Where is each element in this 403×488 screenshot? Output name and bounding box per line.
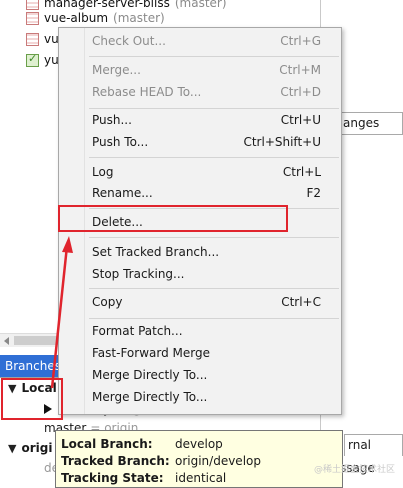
- menu-separator: [89, 237, 339, 238]
- menu-item-merge-directly-to[interactable]: Merge Directly To...: [59, 364, 341, 386]
- menu-item-push-to[interactable]: Push To... Ctrl+Shift+U: [59, 131, 341, 153]
- tooltip-value: develop: [175, 436, 223, 451]
- repo-branch: (master): [174, 0, 227, 10]
- menu-item-copy[interactable]: Copy Ctrl+C: [59, 291, 341, 313]
- menu-item-push[interactable]: Push... Ctrl+U: [59, 109, 341, 131]
- menu-item-shortcut: Ctrl+Shift+U: [243, 135, 321, 149]
- tooltip-row: Local Branch: develop: [61, 435, 337, 452]
- menu-item-format-patch[interactable]: Format Patch...: [59, 320, 341, 342]
- menu-item-label: Push...: [92, 113, 132, 127]
- menu-item-rename[interactable]: Rename... F2: [59, 182, 341, 204]
- repo-modified-icon: [26, 52, 39, 67]
- repo-icon: [26, 11, 39, 25]
- menu-item-shortcut: Ctrl+L: [282, 165, 321, 179]
- menu-item-shortcut: F2: [306, 186, 321, 200]
- menu-item-shortcut: Ctrl+U: [280, 113, 321, 127]
- menu-item-rebase[interactable]: Rebase HEAD To... Ctrl+D: [59, 81, 341, 103]
- tab-journal[interactable]: rnal: [344, 434, 403, 456]
- tooltip-value: origin/develop: [175, 453, 261, 468]
- tab-branches-label: Branches: [5, 359, 61, 373]
- scroll-left-icon[interactable]: [4, 337, 9, 345]
- menu-item-shortcut: Ctrl+D: [280, 85, 321, 99]
- repo-name: vue-album: [44, 11, 109, 25]
- tooltip-value: identical: [175, 470, 227, 485]
- tab-changes-label: anges: [343, 116, 380, 130]
- menu-item-label: Format Patch...: [92, 324, 183, 338]
- branch-tooltip: Local Branch: develop Tracked Branch: or…: [55, 430, 343, 488]
- repo-name: vu: [44, 32, 59, 46]
- tooltip-row: Tracking State: identical: [61, 469, 337, 486]
- menu-item-shortcut: Ctrl+C: [281, 295, 321, 309]
- menu-separator: [89, 157, 339, 158]
- tooltip-key: Tracking State:: [61, 470, 164, 485]
- menu-item-merge-directly-to[interactable]: Merge Directly To...: [59, 386, 341, 408]
- delete-highlight-box: [58, 205, 288, 232]
- tooltip-key: Tracked Branch:: [61, 453, 170, 468]
- menu-item-label: Check Out...: [92, 34, 166, 48]
- tree-node-origin[interactable]: ▼ origi: [8, 441, 52, 455]
- menu-item-merge[interactable]: Merge... Ctrl+M: [59, 59, 341, 81]
- watermark: @稀土掘金技术社区: [313, 465, 395, 475]
- repo-item[interactable]: vu: [26, 29, 59, 49]
- menu-item-stop-tracking[interactable]: Stop Tracking...: [59, 263, 341, 285]
- repo-item[interactable]: yu: [26, 50, 59, 70]
- menu-item-shortcut: Ctrl+G: [280, 34, 321, 48]
- menu-separator: [89, 56, 339, 57]
- menu-item-label: Push To...: [92, 135, 149, 149]
- menu-item-fast-forward-merge[interactable]: Fast-Forward Merge: [59, 342, 341, 364]
- menu-item-set-tracked-branch[interactable]: Set Tracked Branch...: [59, 241, 341, 263]
- local-highlight-box: [1, 378, 63, 420]
- expand-toggle-icon[interactable]: ▼: [8, 442, 16, 455]
- menu-item-label: Rebase HEAD To...: [92, 85, 202, 99]
- menu-item-label: Fast-Forward Merge: [92, 346, 210, 360]
- menu-item-check-out[interactable]: Check Out... Ctrl+G: [59, 30, 341, 52]
- menu-item-label: Log: [92, 165, 114, 179]
- menu-separator: [89, 288, 339, 289]
- menu-item-label: Merge...: [92, 63, 141, 77]
- menu-item-log[interactable]: Log Ctrl+L: [59, 161, 341, 183]
- repo-branch: (master): [113, 11, 165, 25]
- menu-item-label: Stop Tracking...: [92, 267, 185, 281]
- tab-changes[interactable]: anges: [338, 112, 403, 134]
- tree-node-label: origi: [21, 441, 53, 455]
- tab-branches[interactable]: Branches: [0, 355, 61, 377]
- menu-item-label: Copy: [92, 295, 123, 309]
- tooltip-key: Local Branch:: [61, 436, 153, 451]
- repo-name: yu: [44, 53, 59, 67]
- repo-icon: [26, 32, 39, 46]
- menu-item-label: Merge Directly To...: [92, 368, 208, 382]
- menu-item-shortcut: Ctrl+M: [279, 63, 321, 77]
- tooltip-row: Tracked Branch: origin/develop: [61, 452, 337, 469]
- menu-separator: [89, 318, 339, 319]
- menu-item-label: Set Tracked Branch...: [92, 245, 220, 259]
- menu-item-label: Merge Directly To...: [92, 390, 208, 404]
- repo-item[interactable]: vue-album (master): [26, 8, 165, 28]
- menu-item-label: Rename...: [92, 186, 153, 200]
- tab-journal-label: rnal: [348, 438, 372, 452]
